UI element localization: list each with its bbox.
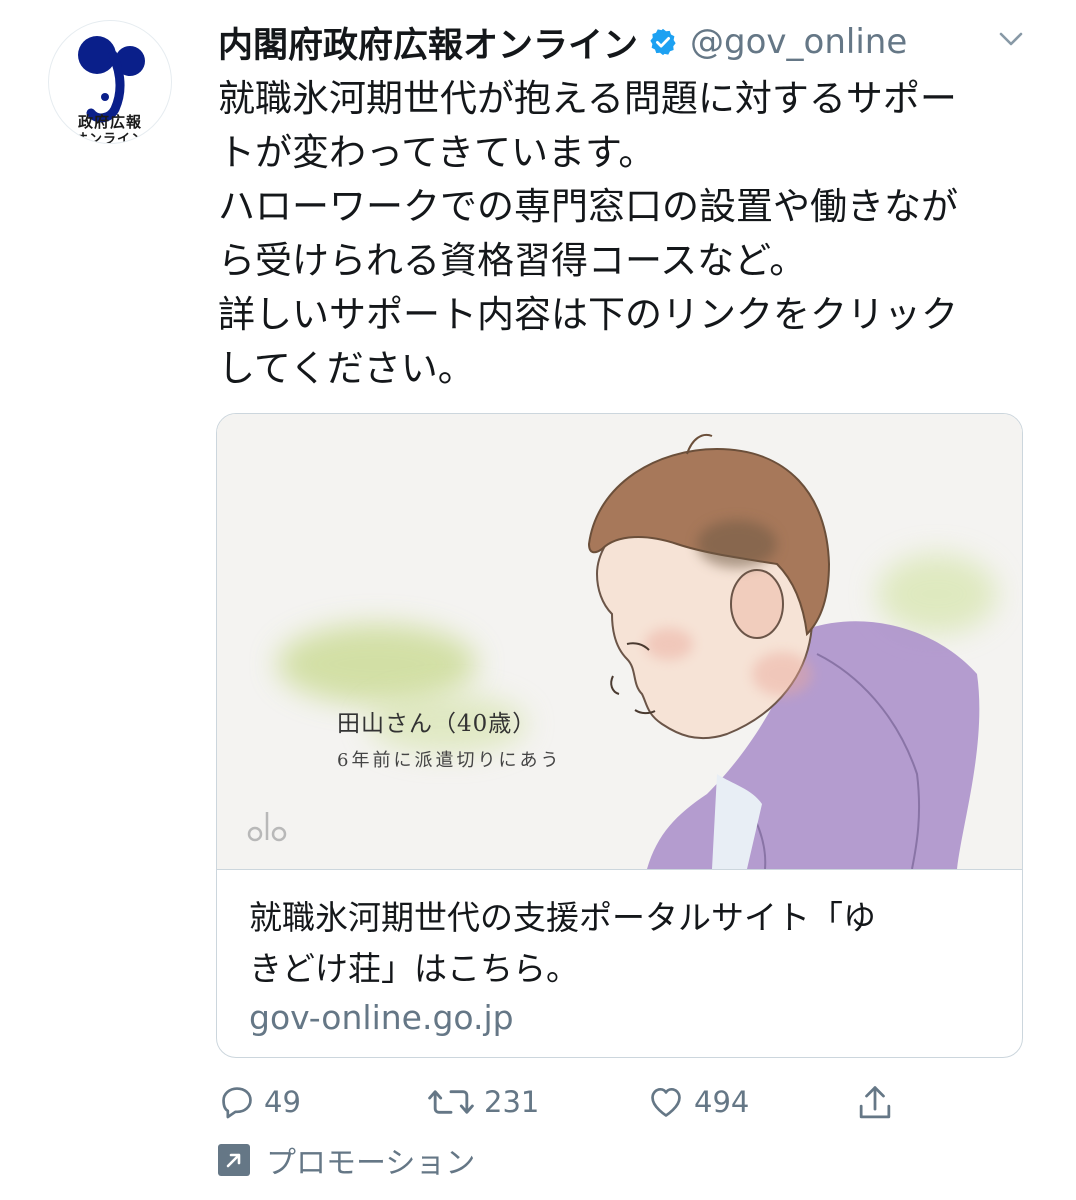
card-title-line: きどけ荘」はこちら。	[249, 949, 579, 988]
reply-button[interactable]: 49	[218, 1083, 301, 1121]
promoted-label[interactable]: プロモーション	[218, 1138, 475, 1182]
like-count: 494	[694, 1085, 750, 1119]
tweet-header: 内閣府政府広報オンライン @gov_online	[218, 14, 1038, 70]
avatar-label-line1: 政府広報	[77, 113, 142, 131]
card-illustration	[217, 414, 1022, 869]
chevron-down-icon[interactable]	[998, 30, 1024, 48]
retweet-button[interactable]: 231	[426, 1083, 539, 1121]
tweet-actions: 49 231 494	[218, 1083, 918, 1127]
card-domain: gov-online.go.jp	[249, 998, 514, 1037]
like-button[interactable]: 494	[646, 1083, 749, 1121]
tweet-line: トが変わってきています。	[218, 131, 656, 174]
account-avatar[interactable]: 政府広報 オンライン	[48, 20, 172, 144]
account-handle[interactable]: @gov_online	[690, 22, 907, 62]
card-title: 就職氷河期世代の支援ポータルサイト「ゆ きどけ荘」はこちら。	[249, 892, 992, 994]
tweet-line: ら受けられる資格習得コースなど。	[218, 239, 807, 282]
card-body[interactable]: 就職氷河期世代の支援ポータルサイト「ゆ きどけ荘」はこちら。 gov-onlin…	[217, 869, 1022, 1057]
tweet-text: 就職氷河期世代が抱える問題に対するサポー トが変わってきています。 ハローワーク…	[218, 72, 1028, 396]
verified-badge-icon	[650, 28, 676, 56]
share-button[interactable]	[856, 1083, 902, 1123]
retweet-count: 231	[484, 1085, 540, 1119]
link-card[interactable]: 田山さん（40歳） 6年前に派遣切りにあう 就職氷河期世代の支援ポータルサイト「…	[216, 413, 1023, 1058]
share-icon	[859, 1086, 891, 1119]
retweet-icon	[428, 1090, 474, 1114]
tweet-line: 詳しいサポート内容は下のリンクをクリック	[218, 293, 958, 336]
heart-icon	[651, 1087, 681, 1117]
avatar-label-line2: オンライン	[74, 132, 145, 144]
tweet-line: 就職氷河期世代が抱える問題に対するサポー	[218, 77, 957, 120]
reply-icon	[222, 1087, 252, 1119]
card-image[interactable]: 田山さん（40歳） 6年前に派遣切りにあう	[217, 414, 1022, 869]
promoted-text: プロモーション	[266, 1146, 476, 1181]
card-title-line: 就職氷河期世代の支援ポータルサイト「ゆ	[249, 898, 876, 937]
card-caption-description: 6年前に派遣切りにあう	[337, 750, 562, 771]
tweet-line: してください。	[218, 347, 475, 390]
tweet-line: ハローワークでの専門窓口の設置や働きなが	[218, 185, 958, 228]
reply-count: 49	[264, 1085, 301, 1119]
promoted-icon	[218, 1144, 250, 1176]
card-caption-name: 田山さん（40歳）	[337, 711, 537, 737]
display-name[interactable]: 内閣府政府広報オンライン	[218, 17, 638, 68]
